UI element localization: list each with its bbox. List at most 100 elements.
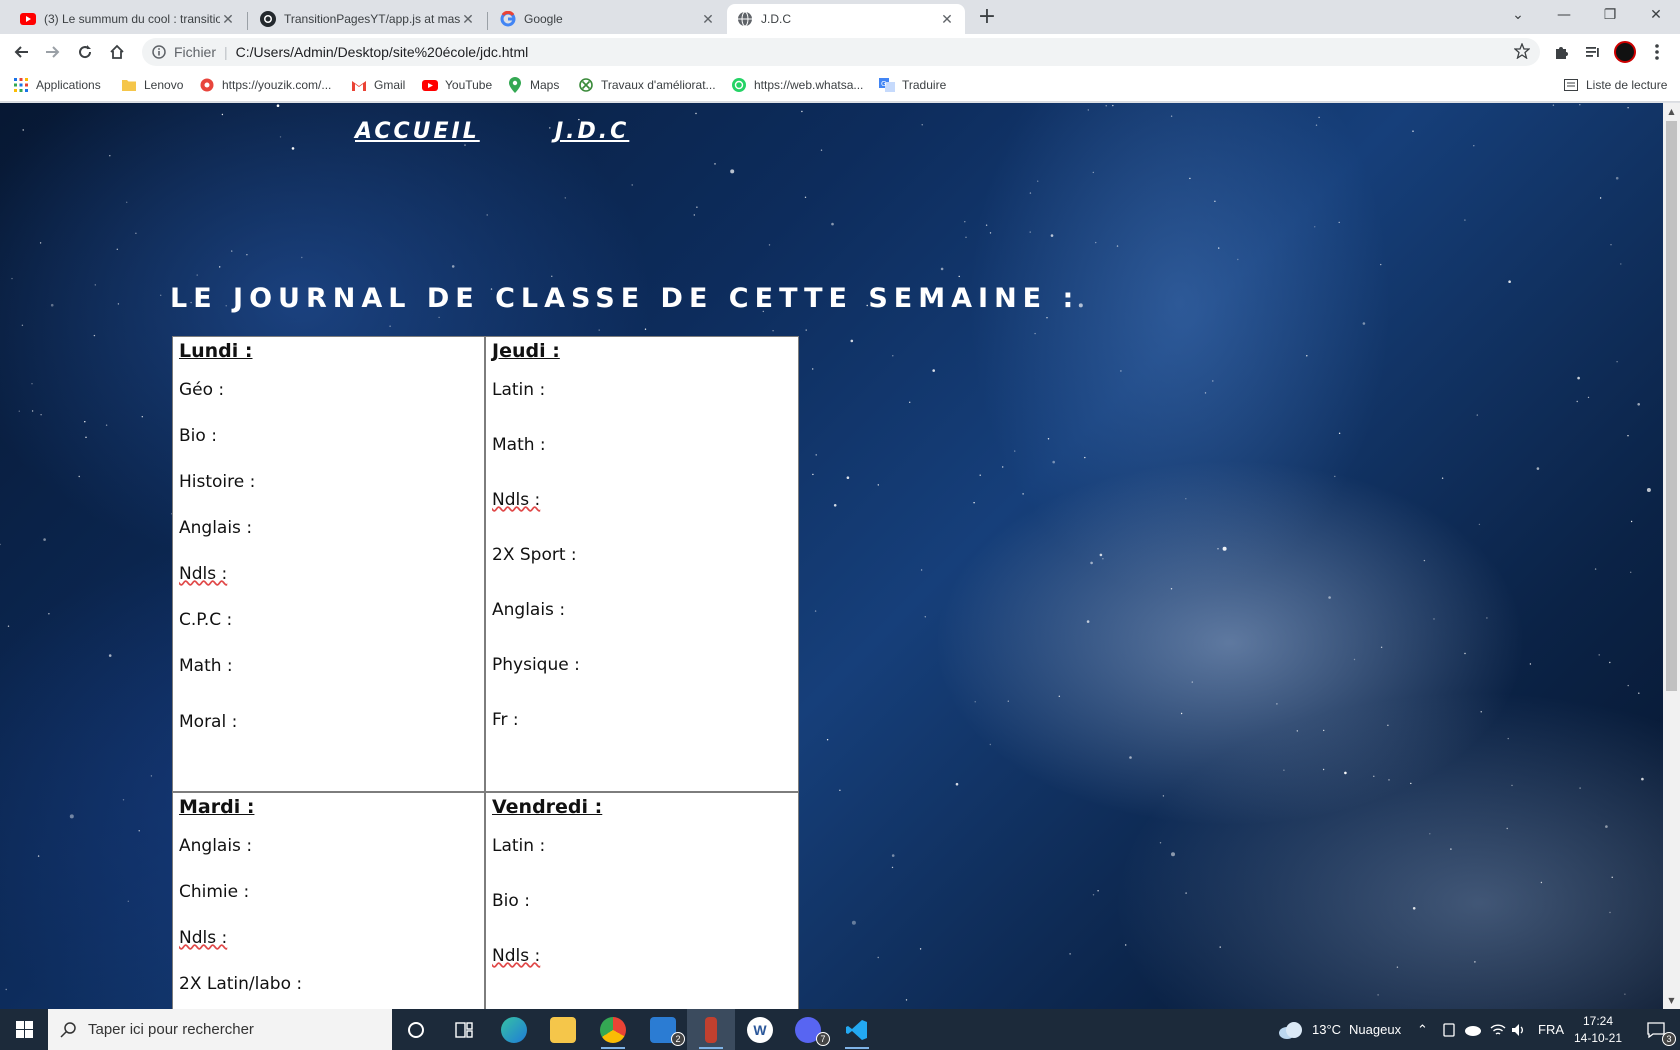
- bookmark-travaux[interactable]: Travaux d'améliorat...: [578, 77, 716, 93]
- weather-widget[interactable]: 13°C Nuageux: [1278, 1009, 1401, 1050]
- star-dot: [18, 410, 20, 412]
- taskbar-word[interactable]: W: [736, 1009, 784, 1050]
- wifi-icon[interactable]: [1490, 1009, 1506, 1050]
- scroll-down-arrow-icon[interactable]: ▼: [1663, 992, 1680, 1009]
- star-dot: [1412, 907, 1416, 910]
- subject-entry: Fr :: [492, 710, 519, 730]
- star-dot: [1627, 684, 1629, 687]
- star-dot: [11, 277, 13, 280]
- star-dot: [1529, 663, 1532, 665]
- star-dot: [1627, 107, 1629, 109]
- nav-link-accueil[interactable]: ACCUEIL: [355, 119, 480, 144]
- star-dot: [1052, 460, 1055, 464]
- star-dot: [1344, 771, 1347, 775]
- taskbar-vscode[interactable]: [833, 1009, 881, 1050]
- profile-avatar[interactable]: [1612, 39, 1638, 65]
- star-dot: [1334, 475, 1336, 478]
- bookmark-gmail[interactable]: Gmail: [351, 77, 405, 93]
- taskbar-discord[interactable]: 7: [784, 1009, 832, 1050]
- bookmark-maps[interactable]: Maps: [507, 77, 559, 93]
- back-button[interactable]: [8, 39, 34, 65]
- bookmark-label: Maps: [530, 78, 560, 92]
- tab-youtube[interactable]: (3) Le summum du cool : transitio ✕: [10, 4, 246, 34]
- home-button[interactable]: [104, 39, 130, 65]
- extensions-puzzle-icon[interactable]: [1548, 39, 1574, 65]
- close-tab-icon[interactable]: ✕: [700, 11, 716, 27]
- cortana-button[interactable]: [392, 1009, 440, 1050]
- page-viewport: ACCUEIL J.D.C LE JOURNAL DE CLASSE DE CE…: [0, 103, 1663, 1009]
- taskbar-search-input[interactable]: Taper ici pour rechercher: [48, 1009, 392, 1050]
- tab-github[interactable]: TransitionPagesYT/app.js at mast ✕: [250, 4, 486, 34]
- star-dot: [909, 401, 911, 403]
- language-indicator[interactable]: FRA: [1538, 1009, 1564, 1050]
- close-window-button[interactable]: ✕: [1633, 0, 1679, 30]
- taskbar-paint[interactable]: [687, 1009, 735, 1050]
- taskbar-chrome[interactable]: [589, 1009, 637, 1050]
- star-dot: [1615, 176, 1619, 180]
- vscode-icon: [846, 1019, 867, 1040]
- address-url[interactable]: C:/Users/Admin/Desktop/site%20école/jdc.…: [236, 44, 529, 60]
- bookmark-whatsapp[interactable]: https://web.whatsa...: [731, 77, 863, 93]
- star-dot: [389, 325, 391, 327]
- taskbar-edge[interactable]: [490, 1009, 538, 1050]
- task-view-button[interactable]: [440, 1009, 488, 1050]
- volume-icon[interactable]: [1511, 1009, 1527, 1050]
- onedrive-cloud-icon[interactable]: [1463, 1009, 1481, 1050]
- tab-search-chevron-icon[interactable]: ⌄: [1495, 0, 1541, 30]
- star-dot: [831, 222, 834, 226]
- media-queue-icon[interactable]: [1580, 39, 1606, 65]
- star-dot: [1306, 355, 1308, 357]
- taskbar-clock[interactable]: 17:24 14-10-21: [1568, 1013, 1628, 1047]
- address-bar[interactable]: Fichier | C:/Users/Admin/Desktop/site%20…: [142, 38, 1540, 66]
- star-dot: [1450, 848, 1452, 850]
- close-tab-icon[interactable]: ✕: [939, 11, 955, 27]
- subject-entry: Math :: [179, 656, 233, 676]
- clock-time: 17:24: [1582, 1014, 1614, 1028]
- notification-center-button[interactable]: 3: [1634, 1009, 1678, 1050]
- star-dot: [1219, 946, 1221, 948]
- star-dot: [805, 329, 807, 331]
- chrome-icon: [600, 1016, 626, 1043]
- minimize-button[interactable]: —: [1541, 0, 1587, 30]
- show-hidden-icons-chevron-icon[interactable]: ⌃: [1417, 1009, 1428, 1050]
- close-tab-icon[interactable]: ✕: [460, 11, 476, 27]
- menu-kebab-icon[interactable]: [1644, 39, 1670, 65]
- forward-button[interactable]: [40, 39, 66, 65]
- journal-row: Lundi : Géo : Bio : Histoire : Anglais :…: [173, 337, 798, 793]
- star-dot: [1014, 450, 1016, 452]
- reload-button[interactable]: [72, 39, 98, 65]
- tab-jdc[interactable]: J.D.C ✕: [727, 4, 965, 34]
- star-dot: [1610, 244, 1612, 246]
- nav-link-jdc[interactable]: J.D.C: [555, 119, 629, 144]
- bookmark-star-icon[interactable]: [1513, 42, 1531, 62]
- bookmark-lenovo[interactable]: Lenovo: [121, 77, 183, 93]
- star-dot: [1116, 245, 1119, 247]
- new-tab-button[interactable]: +: [975, 6, 999, 30]
- bookmark-label: Applications: [36, 78, 101, 92]
- reading-list-button[interactable]: Liste de lecture: [1563, 77, 1667, 93]
- star-dot: [979, 474, 981, 476]
- taskbar-mail[interactable]: 2: [639, 1009, 687, 1050]
- address-scheme-label: Fichier: [174, 44, 217, 60]
- star-dot: [973, 502, 975, 504]
- task-view-icon: [455, 1021, 473, 1038]
- tab-google[interactable]: Google ✕: [490, 4, 726, 34]
- scrollbar-thumb[interactable]: [1666, 121, 1677, 691]
- bookmark-applications[interactable]: Applications: [13, 77, 101, 93]
- restore-button[interactable]: ❐: [1587, 0, 1633, 30]
- page-scrollbar[interactable]: ▲ ▼: [1663, 103, 1680, 1009]
- info-icon[interactable]: [152, 45, 166, 59]
- subject-entry: Bio :: [179, 426, 217, 446]
- star-dot: [1646, 488, 1651, 492]
- bookmark-traduire[interactable]: G Traduire: [879, 77, 946, 93]
- scroll-up-arrow-icon[interactable]: ▲: [1663, 103, 1680, 120]
- maps-pin-icon: [507, 77, 523, 93]
- taskbar-file-explorer[interactable]: [539, 1009, 587, 1050]
- start-button[interactable]: [0, 1009, 48, 1050]
- close-tab-icon[interactable]: ✕: [220, 11, 236, 27]
- bookmark-youtube[interactable]: YouTube: [422, 77, 492, 93]
- star-dot: [1204, 392, 1207, 394]
- bookmark-youzik[interactable]: https://youzik.com/...: [199, 77, 331, 93]
- star-dot: [1616, 361, 1618, 363]
- tray-device-icon[interactable]: [1442, 1009, 1456, 1050]
